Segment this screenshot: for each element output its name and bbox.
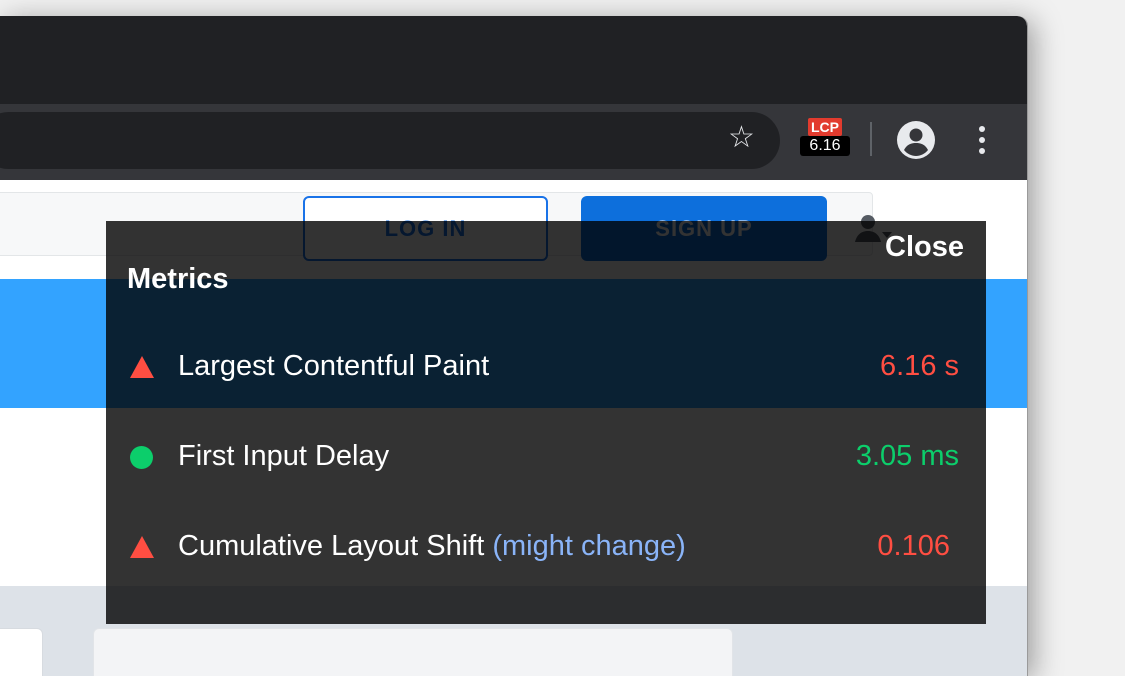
toolbar-divider: [870, 122, 872, 156]
warning-triangle-icon: [130, 356, 154, 378]
metric-row-lcp: Largest Contentful Paint 6.16 s: [106, 336, 986, 396]
metric-name: First Input Delay: [178, 440, 390, 472]
metric-note: (might change): [492, 530, 686, 562]
good-status-dot-icon: [130, 446, 153, 469]
browser-toolbar: ☆ LCP 6.16: [0, 104, 1027, 180]
content-card: [0, 628, 43, 676]
overlay-heading: Metrics: [127, 263, 229, 295]
metric-value: 3.05 ms: [855, 440, 959, 472]
star-icon[interactable]: ☆: [728, 123, 755, 153]
metric-value: 6.16 s: [880, 350, 959, 382]
account-circle-icon[interactable]: [896, 120, 936, 160]
more-vert-icon[interactable]: [970, 126, 994, 156]
metric-row-cls: Cumulative Layout Shift (might change) 0…: [106, 516, 986, 576]
metric-name: Largest Contentful Paint: [178, 350, 490, 382]
title-bar: [0, 16, 1027, 104]
content-card: [93, 628, 733, 676]
close-button[interactable]: Close: [885, 231, 964, 264]
metrics-overlay: Close Metrics Largest Contentful Paint 6…: [106, 221, 986, 624]
metric-row-fid: First Input Delay 3.05 ms: [106, 426, 986, 486]
metric-value: 0.106: [877, 530, 950, 562]
warning-triangle-icon: [130, 536, 154, 558]
metric-name: Cumulative Layout Shift (might change): [178, 530, 686, 562]
web-vitals-extension-button[interactable]: LCP 6.16: [800, 118, 850, 158]
extension-badge-value: 6.16: [800, 136, 850, 156]
address-bar[interactable]: [0, 112, 780, 169]
extension-badge-label: LCP: [808, 118, 842, 136]
